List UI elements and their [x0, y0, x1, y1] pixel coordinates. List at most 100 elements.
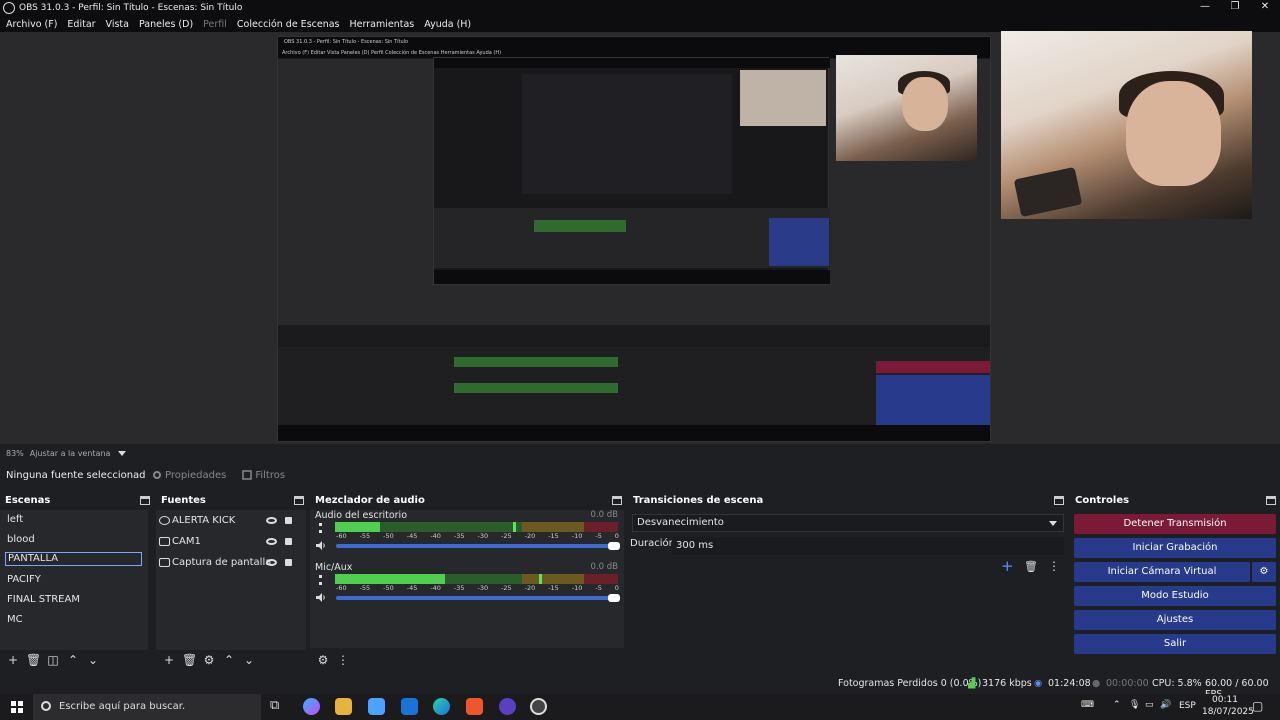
- remove-source-icon[interactable]: 🗑: [182, 653, 197, 667]
- menu-vista[interactable]: Vista: [106, 19, 129, 30]
- meter-tick-label: 0: [614, 532, 619, 540]
- menu-perfil[interactable]: Perfil: [203, 19, 227, 30]
- minimize-button[interactable]: —: [1190, 0, 1220, 16]
- kebab-menu-icon[interactable]: ⋮: [1048, 559, 1060, 573]
- menu-herramientas[interactable]: Herramientas: [350, 19, 415, 30]
- volume-slider[interactable]: [336, 594, 620, 602]
- undock-icon[interactable]: [1054, 495, 1064, 505]
- meter-tick-label: -10: [571, 532, 583, 540]
- taskbar-search[interactable]: Escribe aquí para buscar.: [33, 694, 261, 720]
- clock-time[interactable]: 00:11: [1212, 695, 1238, 705]
- channel-db: 0.0 dB: [590, 510, 618, 520]
- brave-icon[interactable]: [466, 698, 483, 715]
- lock-icon[interactable]: [285, 538, 292, 545]
- volume-icon[interactable]: 🔊: [1160, 700, 1171, 710]
- settings-button[interactable]: Ajustes: [1074, 610, 1276, 630]
- scene-item[interactable]: blood: [0, 530, 148, 550]
- kebab-menu-icon[interactable]: [319, 523, 322, 533]
- scene-filters-icon[interactable]: ◫: [46, 653, 60, 667]
- advanced-audio-icon[interactable]: ⚙: [316, 653, 330, 667]
- undock-icon[interactable]: [140, 495, 150, 505]
- language-indicator[interactable]: ESP: [1179, 701, 1196, 711]
- maximize-button[interactable]: ❐: [1220, 0, 1250, 16]
- scene-item-selected[interactable]: PANTALLA: [5, 552, 142, 566]
- mic-icon[interactable]: 🎙: [1129, 700, 1140, 710]
- remove-transition-icon[interactable]: 🗑: [1024, 560, 1038, 573]
- slider-handle[interactable]: [608, 594, 620, 602]
- meter-tick-label: -25: [501, 584, 512, 592]
- move-up-icon[interactable]: ⌃: [222, 653, 236, 667]
- copilot-icon[interactable]: [303, 698, 320, 715]
- lock-icon[interactable]: [285, 559, 292, 566]
- transition-select[interactable]: Desvanecimiento: [632, 514, 1064, 532]
- chevron-down-icon[interactable]: [118, 450, 127, 456]
- speaker-icon[interactable]: [316, 593, 326, 602]
- slider-handle[interactable]: [608, 542, 620, 550]
- discord-icon[interactable]: [499, 698, 516, 715]
- close-button[interactable]: ✕: [1250, 0, 1280, 16]
- studio-mode-button[interactable]: Modo Estudio: [1074, 586, 1276, 606]
- scene-item[interactable]: MC: [0, 610, 148, 630]
- menu-editar[interactable]: Editar: [67, 19, 95, 30]
- scene-item[interactable]: PACIFY: [0, 570, 148, 590]
- undock-icon[interactable]: [612, 495, 622, 505]
- task-view-icon[interactable]: ⧉: [270, 698, 287, 715]
- source-item[interactable]: ALERTA KICK: [156, 510, 306, 531]
- volume-slider[interactable]: [336, 542, 620, 550]
- source-item[interactable]: Captura de pantalla: [156, 552, 306, 573]
- meter-tick-label: -35: [453, 584, 465, 592]
- menu-coleccion-escenas[interactable]: Colección de Escenas: [237, 19, 340, 30]
- eye-icon[interactable]: [266, 559, 277, 566]
- move-down-icon[interactable]: ⌄: [242, 653, 256, 667]
- eye-icon[interactable]: [266, 517, 277, 524]
- clock-date[interactable]: 18/07/2025: [1202, 707, 1254, 717]
- speaker-icon[interactable]: [316, 541, 326, 550]
- add-source-icon[interactable]: +: [162, 653, 176, 667]
- menu-paneles[interactable]: Paneles (D): [139, 19, 193, 30]
- chevron-up-icon[interactable]: ⌃: [1113, 700, 1121, 710]
- zoom-fit-label[interactable]: Ajustar a la ventana: [30, 449, 111, 458]
- kebab-menu-icon[interactable]: ⋮: [336, 653, 350, 667]
- stop-streaming-button[interactable]: Detener Transmisión: [1074, 514, 1276, 534]
- duration-input[interactable]: 300 ms: [672, 537, 1064, 555]
- virtual-camera-settings-button[interactable]: ⚙: [1252, 562, 1276, 582]
- move-up-icon[interactable]: ⌃: [66, 653, 80, 667]
- menu-ayuda[interactable]: Ayuda (H): [424, 19, 471, 30]
- obs-taskbar-icon[interactable]: [530, 698, 547, 715]
- edge-icon[interactable]: [433, 698, 450, 715]
- store-icon[interactable]: [368, 698, 385, 715]
- source-name: CAM1: [172, 536, 201, 547]
- meter-tick-label: -15: [548, 532, 559, 540]
- volume-meter: [335, 522, 618, 532]
- properties-button[interactable]: Propiedades: [152, 470, 226, 481]
- windows-start-icon[interactable]: [11, 701, 23, 713]
- move-down-icon[interactable]: ⌄: [86, 653, 100, 667]
- lock-icon[interactable]: [285, 517, 292, 524]
- network-icon[interactable]: ▭: [1145, 700, 1154, 710]
- undock-icon[interactable]: [294, 495, 304, 505]
- webcam-thumbnail: [836, 55, 977, 161]
- filters-button[interactable]: Filtros: [242, 470, 285, 481]
- add-scene-icon[interactable]: +: [6, 653, 20, 667]
- meter-tick-label: -30: [477, 532, 489, 540]
- keyboard-icon[interactable]: ⌨: [1081, 700, 1094, 710]
- exit-button[interactable]: Salir: [1074, 634, 1276, 654]
- menu-archivo[interactable]: Archivo (F): [6, 19, 57, 30]
- start-recording-button[interactable]: Iniciar Grabación: [1074, 538, 1276, 558]
- remove-scene-icon[interactable]: 🗑: [26, 653, 41, 667]
- mixer-channel-desktop: Audio del escritorio 0.0 dB -60 -55 -50 -45…: [310, 510, 624, 562]
- file-explorer-icon[interactable]: [335, 698, 352, 715]
- start-virtual-camera-button[interactable]: Iniciar Cámara Virtual: [1074, 562, 1250, 582]
- dropped-frames: Fotogramas Perdidos 0 (0.0%): [838, 678, 982, 689]
- scene-item[interactable]: left: [0, 510, 148, 530]
- add-transition-icon[interactable]: +: [1001, 557, 1014, 575]
- scene-item[interactable]: FINAL STREAM: [0, 590, 148, 610]
- eye-icon[interactable]: [266, 538, 277, 545]
- source-item[interactable]: CAM1: [156, 531, 306, 552]
- meter-peak: [513, 522, 517, 532]
- source-settings-icon[interactable]: ⚙: [202, 653, 216, 667]
- undock-icon[interactable]: [1266, 495, 1276, 505]
- outlook-icon[interactable]: [401, 698, 418, 715]
- kebab-menu-icon[interactable]: [319, 575, 322, 585]
- notifications-icon[interactable]: ▢: [1252, 699, 1263, 713]
